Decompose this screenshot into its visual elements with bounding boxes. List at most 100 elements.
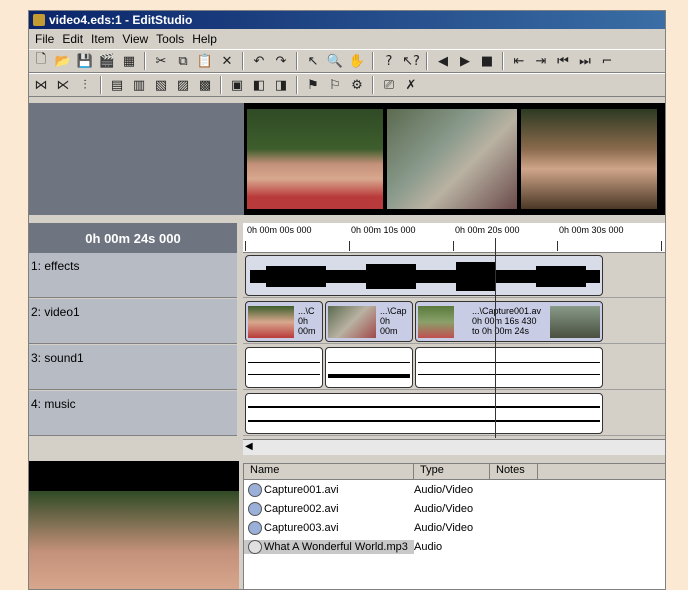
- bin-row[interactable]: Capture003.avi Audio/Video: [244, 518, 665, 537]
- file-name: What A Wonderful World.mp3: [264, 540, 408, 553]
- transition-icon[interactable]: ◧: [249, 75, 269, 95]
- bin-row[interactable]: What A Wonderful World.mp3 Audio: [244, 537, 665, 556]
- scroll-left-icon[interactable]: ◀: [245, 441, 253, 452]
- clip-thumbnail: [328, 306, 376, 338]
- audio-clip[interactable]: [245, 255, 603, 296]
- column-header-type[interactable]: Type: [414, 464, 490, 479]
- track-label-music[interactable]: 4: music: [29, 391, 237, 436]
- ruler-tick: [245, 241, 246, 251]
- ruler-label: 0h 00m 00s 000: [247, 225, 312, 235]
- clear-icon[interactable]: ✗: [401, 75, 421, 95]
- file-type: Audio/Video: [414, 521, 474, 534]
- play-icon[interactable]: ▶: [455, 51, 475, 71]
- clip-name: ...\Cap: [380, 306, 407, 316]
- video-clip[interactable]: ...\Capture001.av 0h 00m 16s 430 to 0h 0…: [415, 301, 603, 342]
- play-back-icon[interactable]: ◀: [433, 51, 453, 71]
- overwrite-icon[interactable]: ▧: [151, 75, 171, 95]
- video-file-icon: [248, 501, 262, 516]
- render-icon[interactable]: ⎚: [379, 75, 399, 95]
- track-effects[interactable]: [243, 253, 665, 298]
- next-marker-icon[interactable]: ⏭: [575, 51, 595, 71]
- bin-row[interactable]: Capture001.avi Audio/Video: [244, 480, 665, 499]
- track-label-video1[interactable]: 2: video1: [29, 299, 237, 344]
- app-icon: [33, 14, 45, 26]
- join-icon[interactable]: ⋉: [53, 75, 73, 95]
- file-name: Capture001.avi: [264, 483, 339, 496]
- video-clip[interactable]: ...\Cap 0h 00m: [325, 301, 413, 342]
- cut-icon[interactable]: ✂: [151, 51, 171, 71]
- toolbar-separator: [372, 52, 374, 70]
- menu-item[interactable]: Item: [87, 32, 118, 46]
- clapper-icon[interactable]: 🎬: [97, 51, 117, 71]
- waveform-line: [328, 374, 410, 378]
- video-clip[interactable]: ...\C 0h 00m: [245, 301, 323, 342]
- title-bar[interactable]: video4.eds:1 - EditStudio: [29, 11, 665, 29]
- delete-icon[interactable]: ✕: [217, 51, 237, 71]
- copy-icon[interactable]: ⧉: [173, 51, 193, 71]
- new-icon[interactable]: 🗋: [31, 51, 51, 71]
- window-title: video4.eds:1 - EditStudio: [49, 13, 193, 27]
- audio-clip[interactable]: [245, 347, 323, 388]
- zoom-icon[interactable]: 🔍: [325, 51, 345, 71]
- bin-row[interactable]: Capture002.avi Audio/Video: [244, 499, 665, 518]
- video-file-icon: [248, 520, 262, 535]
- clip-end: 00m: [298, 326, 316, 336]
- audio-file-icon: [248, 539, 262, 554]
- stop-icon[interactable]: ■: [477, 51, 497, 71]
- audio-clip[interactable]: [325, 347, 413, 388]
- effect-icon[interactable]: ◨: [271, 75, 291, 95]
- title-icon[interactable]: ▣: [227, 75, 247, 95]
- waveform-line: [418, 362, 600, 363]
- file-name: Capture003.avi: [264, 521, 339, 534]
- clip-time: 0h: [380, 316, 391, 326]
- waveform-line: [248, 374, 320, 375]
- menu-tools[interactable]: Tools: [152, 32, 188, 46]
- hand-icon[interactable]: ✋: [347, 51, 367, 71]
- select-icon[interactable]: ↖: [303, 51, 323, 71]
- prev-marker-icon[interactable]: ⏮: [553, 51, 573, 71]
- track-label-sound1[interactable]: 3: sound1: [29, 345, 237, 390]
- next-clip-icon[interactable]: ⇥: [531, 51, 551, 71]
- track-music[interactable]: [243, 391, 665, 436]
- audio-clip[interactable]: [415, 347, 603, 388]
- timeline-horizontal-scrollbar[interactable]: ◀: [243, 439, 665, 455]
- clip-end: 00m: [380, 326, 398, 336]
- split-icon[interactable]: ⋈: [31, 75, 51, 95]
- column-header-name[interactable]: Name: [244, 464, 414, 479]
- track-sound1[interactable]: [243, 345, 665, 390]
- extract-icon[interactable]: ▨: [173, 75, 193, 95]
- properties-icon[interactable]: ⚙: [347, 75, 367, 95]
- save-icon[interactable]: 💾: [75, 51, 95, 71]
- help-icon[interactable]: ?: [379, 51, 399, 71]
- flag-in-icon[interactable]: ⚑: [303, 75, 323, 95]
- context-help-icon[interactable]: ↖?: [401, 51, 421, 71]
- menu-view[interactable]: View: [118, 32, 152, 46]
- trim-icon[interactable]: ⫶: [75, 75, 95, 95]
- insert-icon[interactable]: ▥: [129, 75, 149, 95]
- ruler-label: 0h 00m 10s 000: [351, 225, 416, 235]
- film-icon[interactable]: ▦: [119, 51, 139, 71]
- playhead[interactable]: [495, 238, 496, 438]
- prev-clip-icon[interactable]: ⇤: [509, 51, 529, 71]
- audio-clip[interactable]: [245, 393, 603, 434]
- redo-icon[interactable]: ↷: [271, 51, 291, 71]
- menu-file[interactable]: File: [31, 32, 58, 46]
- preview-strip-left-pane: [29, 103, 244, 215]
- menu-edit[interactable]: Edit: [58, 32, 87, 46]
- open-icon[interactable]: 📂: [53, 51, 73, 71]
- paste-icon[interactable]: 📋: [195, 51, 215, 71]
- clip-preview-strip: [29, 103, 665, 215]
- track-video1[interactable]: ...\C 0h 00m ...\Cap 0h 00m ...\Capture0…: [243, 299, 665, 344]
- split-clip-icon[interactable]: ▤: [107, 75, 127, 95]
- column-header-notes[interactable]: Notes: [490, 464, 538, 479]
- marker-icon[interactable]: ⌐: [597, 51, 617, 71]
- menu-help[interactable]: Help: [188, 32, 221, 46]
- ruler-tick: [661, 241, 662, 251]
- undo-icon[interactable]: ↶: [249, 51, 269, 71]
- time-ruler[interactable]: 0h 00m 00s 000 0h 00m 10s 000 0h 00m 20s…: [243, 223, 665, 253]
- flag-out-icon[interactable]: ⚐: [325, 75, 345, 95]
- video-file-icon: [248, 482, 262, 497]
- toolbar-separator: [100, 76, 102, 94]
- track-label-effects[interactable]: 1: effects: [29, 253, 237, 298]
- lift-icon[interactable]: ▩: [195, 75, 215, 95]
